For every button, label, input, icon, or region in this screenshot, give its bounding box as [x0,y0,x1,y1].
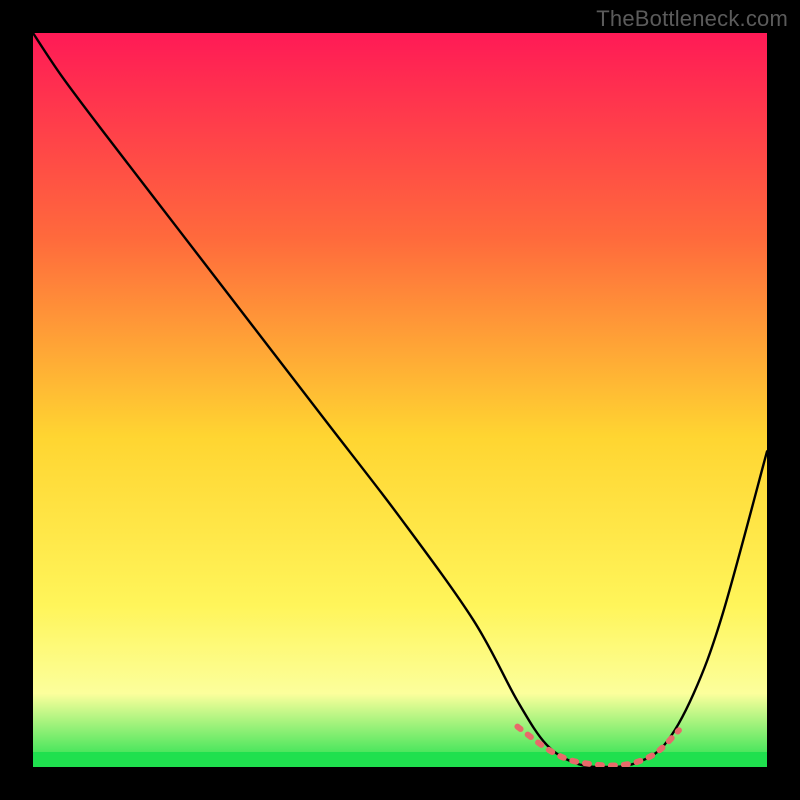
watermark-text: TheBottleneck.com [596,6,788,32]
optimal-green-band [33,752,767,767]
plot-background [33,33,767,767]
chart-frame: TheBottleneck.com [0,0,800,800]
bottleneck-chart [0,0,800,800]
